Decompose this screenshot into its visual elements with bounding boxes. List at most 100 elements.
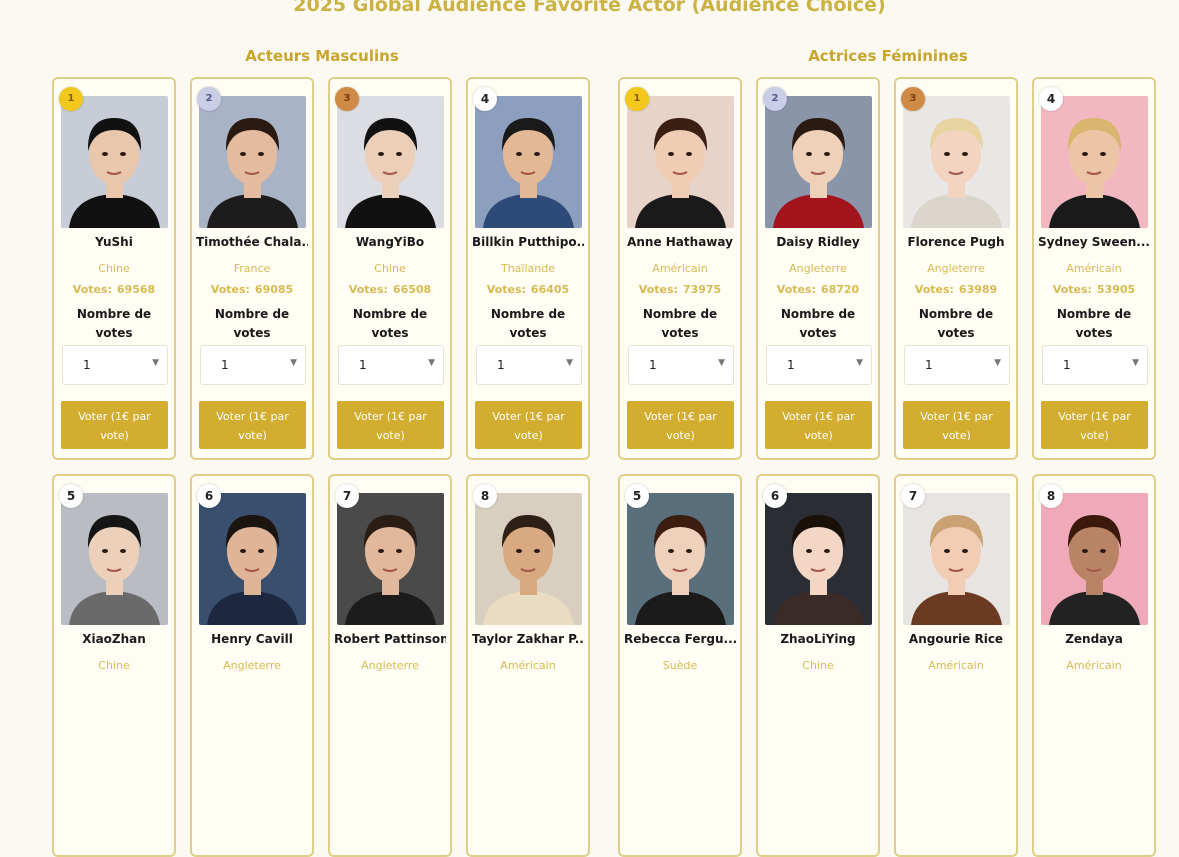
vote-button-line: vote) (942, 429, 971, 442)
vote-count-label: Votes: (72, 283, 112, 296)
portrait-illustration (199, 493, 306, 625)
nominee-name: Florence Pugh (907, 235, 1005, 249)
portrait-illustration (765, 96, 872, 228)
page-title: 2025 Global Audience Favorite Actor (Aud… (293, 0, 886, 16)
buy-votes-label-line: Nombre de votes (490, 307, 566, 340)
nominee-photo (475, 493, 582, 625)
vote-count: Votes: 66508 (334, 283, 446, 296)
vote-quantity-select[interactable]: 1 ▼ (62, 345, 168, 385)
chevron-down-icon: ▼ (1132, 358, 1139, 368)
vote-button-line: Voter (1€ par (216, 410, 289, 423)
rank-badge: 4 (1039, 87, 1063, 111)
nominee-name: Taylor Zakhar P... (472, 632, 584, 646)
buy-votes-label-line: Nombre de votes (214, 307, 290, 340)
nominee-photo (627, 96, 734, 228)
nominee-photo (337, 493, 444, 625)
vote-button[interactable]: Voter (1€ par vote) (765, 401, 872, 449)
vote-count: Votes: 66405 (472, 283, 584, 296)
chevron-down-icon: ▼ (428, 358, 435, 368)
vote-quantity-select[interactable]: 1 ▼ (200, 345, 306, 385)
rank-badge: 8 (1039, 484, 1063, 508)
portrait-illustration (903, 493, 1010, 625)
nominee-country: Chine (802, 659, 834, 672)
nominee-card: 4 Billkin Putthipo... Thaïlande Votes: 66405… (466, 77, 590, 460)
vote-count: Votes: 73975 (624, 283, 736, 296)
chevron-down-icon: ▼ (566, 358, 573, 368)
portrait-illustration (337, 493, 444, 625)
section-title-female: Actrices Féminines (808, 47, 968, 65)
vote-quantity-select[interactable]: 1 ▼ (338, 345, 444, 385)
portrait-illustration (61, 96, 168, 228)
nominee-card: 5 Rebecca Fergu... Suède (618, 474, 742, 857)
vote-count-label: Votes: (914, 283, 954, 296)
vote-quantity-select[interactable]: 1 ▼ (1042, 345, 1148, 385)
vote-button[interactable]: Voter (1€ par vote) (627, 401, 734, 449)
nominee-photo (199, 96, 306, 228)
vote-quantity-value: 1 (649, 358, 657, 372)
nominee-name: YuShi (95, 235, 133, 249)
nominee-photo (903, 96, 1010, 228)
vote-button-line: vote) (376, 429, 405, 442)
chevron-down-icon: ▼ (718, 358, 725, 368)
vote-quantity-value: 1 (359, 358, 367, 372)
nominee-card: 2 Timothée Chala... France Votes: 69085 Nombr… (190, 77, 314, 460)
section-title-male: Acteurs Masculins (245, 47, 399, 65)
nominee-card: 3 Florence Pugh Angleterre Votes: 63989 Nombr… (894, 77, 1018, 460)
vote-count-value: 63989 (958, 283, 998, 296)
nominee-country: Américain (1066, 262, 1122, 275)
nominee-photo (765, 96, 872, 228)
vote-button[interactable]: Voter (1€ par vote) (475, 401, 582, 449)
nominee-country: France (233, 262, 271, 275)
vote-button[interactable]: Voter (1€ par vote) (199, 401, 306, 449)
vote-button-line: vote) (1080, 429, 1109, 442)
vote-count-label: Votes: (348, 283, 388, 296)
nominee-photo (61, 493, 168, 625)
vote-quantity-value: 1 (497, 358, 505, 372)
vote-quantity-select[interactable]: 1 ▼ (628, 345, 734, 385)
buy-votes-label-line: Nombre de votes (76, 307, 152, 340)
vote-quantity-value: 1 (925, 358, 933, 372)
vote-button-line: vote) (514, 429, 543, 442)
nominee-card: 5 XiaoZhan Chine (52, 474, 176, 857)
chevron-down-icon: ▼ (856, 358, 863, 368)
portrait-illustration (627, 493, 734, 625)
vote-quantity-select[interactable]: 1 ▼ (476, 345, 582, 385)
nominee-photo (337, 96, 444, 228)
nominee-name: Timothée Chala... (196, 235, 308, 249)
rank-badge: 7 (901, 484, 925, 508)
vote-button-line: Voter (1€ par (78, 410, 151, 423)
nominee-country: Angleterre (223, 659, 281, 672)
vote-button-line: Voter (1€ par (354, 410, 427, 423)
vote-count-value: 68720 (820, 283, 860, 296)
nominee-country: Chine (374, 262, 406, 275)
nominee-card: 6 Henry Cavill Angleterre (190, 474, 314, 857)
vote-button[interactable]: Voter (1€ par vote) (61, 401, 168, 449)
chevron-down-icon: ▼ (994, 358, 1001, 368)
buy-votes-label-line: Nombre de votes (918, 307, 994, 340)
vote-button-line: Voter (1€ par (920, 410, 993, 423)
gold-medal-icon: 1 (625, 87, 649, 111)
nominee-name: Angourie Rice (908, 632, 1004, 646)
vote-count: Votes: 53905 (1038, 283, 1150, 296)
silver-medal-icon: 2 (763, 87, 787, 111)
vote-button[interactable]: Voter (1€ par vote) (337, 401, 444, 449)
buy-votes-label-line: Nombre de votes (642, 307, 718, 340)
nominee-card: 6 ZhaoLiYing Chine (756, 474, 880, 857)
vote-quantity-select[interactable]: 1 ▼ (904, 345, 1010, 385)
nominee-country: Angleterre (361, 659, 419, 672)
vote-quantity-select[interactable]: 1 ▼ (766, 345, 872, 385)
nominee-country: Américain (500, 659, 556, 672)
vote-button[interactable]: Voter (1€ par vote) (1041, 401, 1148, 449)
vote-count-label: Votes: (486, 283, 526, 296)
gold-medal-icon: 1 (59, 87, 83, 111)
nominee-country: Américain (1066, 659, 1122, 672)
nominee-name: Anne Hathaway (627, 235, 733, 249)
portrait-illustration (627, 96, 734, 228)
vote-count-label: Votes: (210, 283, 250, 296)
nominee-name: Rebecca Fergu... (624, 632, 736, 646)
nominee-name: Daisy Ridley (776, 235, 860, 249)
nominee-card: 1YuShiChineVotes:69568Nombre de votesà a… (52, 77, 176, 460)
vote-count-label: Votes: (638, 283, 678, 296)
rank-badge: 7 (335, 484, 359, 508)
vote-button[interactable]: Voter (1€ par vote) (903, 401, 1010, 449)
